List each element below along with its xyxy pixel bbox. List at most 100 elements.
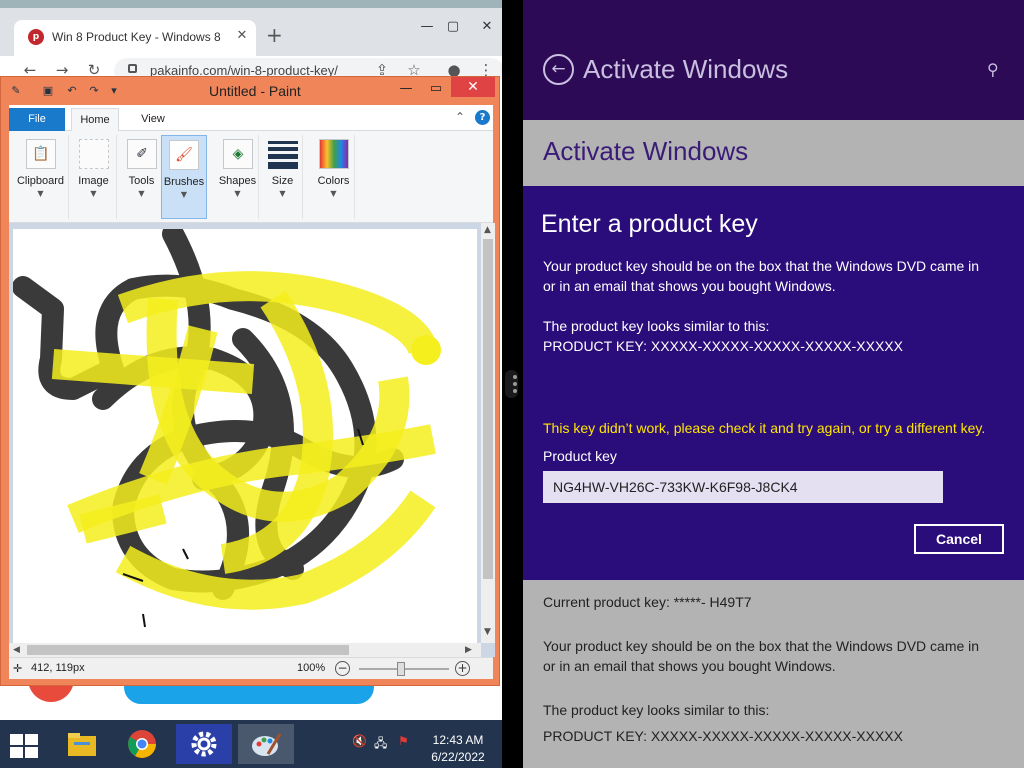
chrome-tab[interactable]: p Win 8 Product Key - Windows 8 ✕ <box>14 20 256 56</box>
back-arrow-icon[interactable]: ← <box>543 54 574 85</box>
image-label: Image <box>78 175 109 187</box>
lower-description-line1: Your product key should be on the box th… <box>543 638 980 654</box>
scroll-up-icon[interactable]: ▲ <box>484 225 491 235</box>
chevron-down-icon: ▼ <box>330 189 337 198</box>
save-icon[interactable]: ▣ <box>41 84 55 98</box>
zoom-level: 100% <box>297 662 326 674</box>
paint-ribbon: 📋 Clipboard ▼ Image ▼ ✐ Tools ▼ 🖌 Brushe… <box>9 131 493 223</box>
cancel-button[interactable]: Cancel <box>914 524 1004 554</box>
product-key-dialog: Enter a product key Your product key sho… <box>523 186 1024 580</box>
splitter-grip[interactable] <box>505 370 518 398</box>
paint-minimize-icon[interactable]: — <box>391 79 421 99</box>
shapes-group[interactable]: ◈ Shapes ▼ <box>217 135 259 219</box>
paint-titlebar: ✎ ▣ ↶ ↷ ▾ Untitled - Paint — ▭ ✕ <box>1 77 499 105</box>
brushes-group[interactable]: 🖌 Brushes ▼ <box>161 135 207 219</box>
network-icon[interactable]: 🖧 <box>374 734 387 755</box>
paint-icon <box>252 733 282 756</box>
paint-window: ✎ ▣ ↶ ↷ ▾ Untitled - Paint — ▭ ✕ File Ho… <box>0 76 500 686</box>
snap-splitter[interactable] <box>502 0 523 768</box>
clipboard-group[interactable]: 📋 Clipboard ▼ <box>13 135 69 219</box>
zoom-slider-thumb[interactable] <box>397 662 405 676</box>
tools-label: Tools <box>128 175 155 187</box>
start-button[interactable] <box>10 734 38 758</box>
brush-icon: 🖌 <box>169 140 199 170</box>
taskbar-clock[interactable]: 12:43 AM 6/22/2022 <box>420 732 496 766</box>
shapes-icon: ◈ <box>223 139 253 169</box>
scroll-left-icon[interactable]: ◀ <box>13 645 20 655</box>
yellow-dot <box>411 335 441 365</box>
tab-view[interactable]: View <box>133 108 173 131</box>
error-message: This key didn’t work, please check it an… <box>543 420 986 436</box>
tab-home[interactable]: Home <box>71 108 119 132</box>
chevron-down-icon: ▼ <box>180 190 188 199</box>
dialog-similar-line1: The product key looks similar to this: <box>543 318 770 334</box>
grip-dot <box>513 389 517 393</box>
chrome-close-icon[interactable]: ✕ <box>474 18 500 36</box>
colors-label: Colors <box>317 175 350 187</box>
tools-group[interactable]: ✐ Tools ▼ <box>119 135 165 219</box>
action-center-flag-icon[interactable]: ⚑ <box>398 734 409 748</box>
horizontal-scrollbar[interactable]: ◀ ▶ <box>9 643 481 657</box>
paint-status-bar: ✛ 412, 119px 100% − + <box>9 657 493 679</box>
scroll-right-icon[interactable]: ▶ <box>465 645 472 655</box>
chrome-tab-bar: p Win 8 Product Key - Windows 8 ✕ + — ▢ … <box>0 8 502 56</box>
lock-icon <box>128 64 137 73</box>
cursor-position-icon: ✛ <box>13 662 23 675</box>
chrome-maximize-icon[interactable]: ▢ <box>440 18 466 36</box>
chrome-minimize-icon[interactable]: — <box>414 18 440 36</box>
chevron-down-icon: ▼ <box>279 189 286 198</box>
collapse-ribbon-icon[interactable]: ⌃ <box>455 110 465 124</box>
lower-similar-line2: PRODUCT KEY: XXXXX-XXXXX-XXXXX-XXXXX-XXX… <box>543 728 903 744</box>
site-favicon-icon: p <box>28 29 44 45</box>
vertical-scroll-thumb[interactable] <box>483 239 493 579</box>
scroll-down-icon[interactable]: ▼ <box>484 627 491 637</box>
new-tab-icon[interactable]: + <box>266 25 283 45</box>
colors-group[interactable]: Colors ▼ <box>313 135 355 219</box>
taskbar-paint[interactable] <box>238 724 294 764</box>
dialog-description-line1: Your product key should be on the box th… <box>543 258 980 274</box>
dialog-description-line2: or in an email that shows you bought Win… <box>543 278 836 294</box>
zoom-in-icon[interactable]: + <box>455 661 470 676</box>
help-icon[interactable]: ? <box>475 110 490 125</box>
image-group[interactable]: Image ▼ <box>71 135 117 219</box>
activate-windows-pane: ← Activate Windows ⚲ Activate Windows En… <box>523 0 1024 768</box>
lower-description-line2: or in an email that shows you bought Win… <box>543 658 836 674</box>
tools-icon: ✐ <box>127 139 157 169</box>
customize-toolbar-icon[interactable]: ▾ <box>107 84 121 98</box>
current-key-section: Current product key: *****- H49T7 Your p… <box>523 580 1024 768</box>
chrome-icon <box>128 730 156 758</box>
clipboard-icon: 📋 <box>26 139 56 169</box>
tab-close-icon[interactable]: ✕ <box>234 28 250 44</box>
paint-close-icon[interactable]: ✕ <box>451 77 495 97</box>
drawing-canvas[interactable] <box>13 229 477 643</box>
redo-icon[interactable]: ↷ <box>87 84 101 98</box>
file-explorer-icon <box>68 733 96 756</box>
paint-maximize-icon[interactable]: ▭ <box>421 79 451 99</box>
brushes-label: Brushes <box>163 176 205 188</box>
window-top-strip <box>0 0 502 8</box>
chrome-tab-title: Win 8 Product Key - Windows 8 <box>52 30 221 44</box>
volume-muted-icon[interactable]: 🔇 <box>352 734 367 748</box>
product-key-input[interactable] <box>543 471 943 503</box>
clipboard-label: Clipboard <box>16 175 65 187</box>
tab-file[interactable]: File <box>9 108 65 131</box>
current-product-key: Current product key: *****- H49T7 <box>543 594 752 610</box>
size-group[interactable]: Size ▼ <box>263 135 303 219</box>
taskbar-settings[interactable] <box>176 724 232 764</box>
vertical-scrollbar[interactable]: ▲ ▼ <box>481 223 495 643</box>
zoom-out-icon[interactable]: − <box>335 661 350 676</box>
header-title: Activate Windows <box>583 54 789 84</box>
taskbar-chrome[interactable] <box>114 724 170 764</box>
product-key-label: Product key <box>543 448 617 464</box>
chevron-down-icon: ▼ <box>37 189 44 198</box>
section-title: Activate Windows <box>543 136 749 166</box>
undo-icon[interactable]: ↶ <box>65 84 79 98</box>
search-icon[interactable]: ⚲ <box>987 60 999 79</box>
desktop: p Win 8 Product Key - Windows 8 ✕ + — ▢ … <box>0 0 1024 768</box>
taskbar-file-explorer[interactable] <box>54 724 110 764</box>
horizontal-scroll-thumb[interactable] <box>27 645 349 655</box>
ribbon-tabs: File Home View ⌃ ? <box>9 105 493 132</box>
scribble-drawing <box>13 229 441 628</box>
paint-app-icon[interactable]: ✎ <box>9 84 23 98</box>
shapes-label: Shapes <box>218 175 257 187</box>
